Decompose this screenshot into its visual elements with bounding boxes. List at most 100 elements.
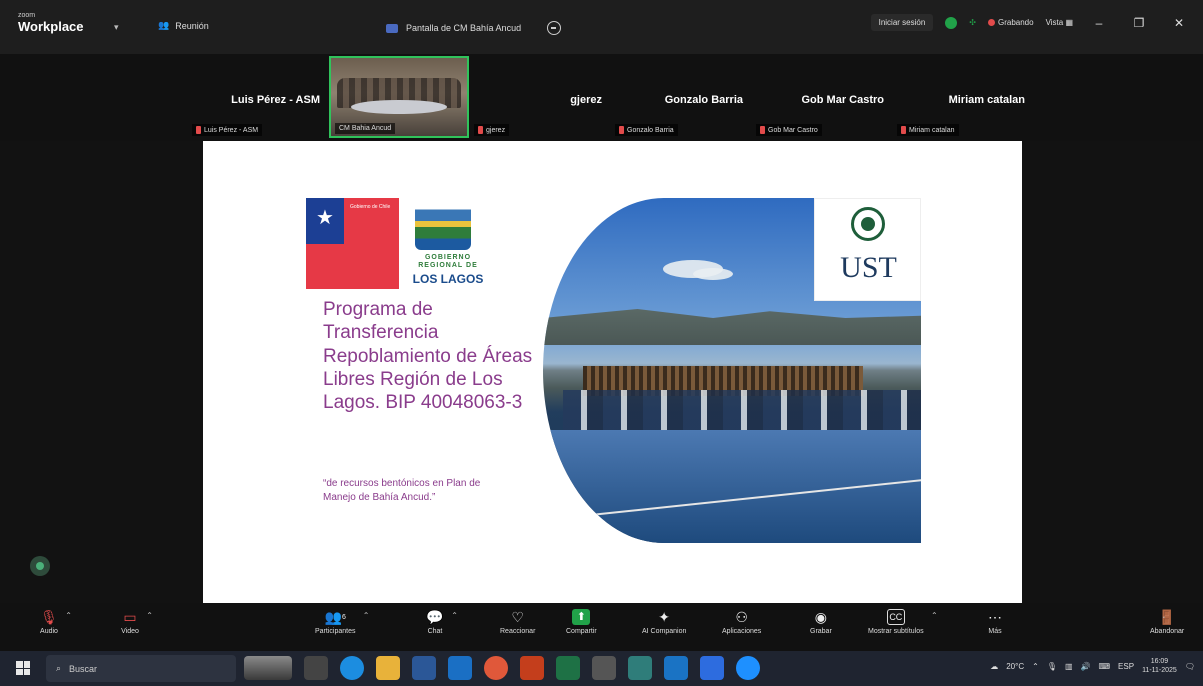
notification-icon[interactable]: 🗨 [1185,662,1195,671]
participant-name: Luis Pérez - ASM [231,94,320,106]
restore-window-button[interactable]: ❐ [1125,16,1153,30]
app-icon[interactable] [592,656,616,680]
ai-companion-button[interactable]: ✦ AI Companion [642,609,686,635]
signal-icon: ✣ [969,18,976,27]
chevron-up-icon[interactable]: ⌃ [65,611,72,620]
star-icon: ★ [316,207,334,229]
zoom-logo[interactable]: zoom Workplace [18,12,84,35]
record-label: Grabar [810,628,832,635]
participant-tag-label: Luis Pérez - ASM [204,126,259,134]
reactions-button[interactable]: ♡ Reaccionar [500,609,535,635]
recording-indicator[interactable]: Grabando [987,18,1034,27]
reaction-icon[interactable] [30,556,50,576]
participant-tile[interactable]: Miriam catalan Miriam catalan [893,56,1033,138]
recording-label: Grabando [997,18,1034,27]
participant-tile[interactable]: Gob Mar Castro Gob Mar Castro [752,56,892,138]
temperature[interactable]: 20°C [1006,662,1024,671]
brand-name: Workplace [18,19,84,34]
gore-emblem [415,198,471,250]
participant-name: Miriam catalan [948,94,1025,106]
minimize-share-icon[interactable] [547,21,562,35]
outlook-icon[interactable] [448,656,472,680]
people-icon: 👥 [158,20,170,30]
weather-icon[interactable]: ☁ [990,662,998,671]
screen-icon [386,23,398,33]
city-widget-icon[interactable] [244,656,292,680]
windows-taskbar: ⌕ Buscar ☁ 20°C ⌃ 🎙 ▥ 🔊 ⌨ ESP 16:09 11-1… [0,651,1203,686]
left-margin [0,141,203,603]
leave-label: Abandonar [1150,628,1185,635]
audio-button[interactable]: 🎙 Audio ⌃ [40,609,72,635]
tray-chevron-icon[interactable]: ⌃ [1032,662,1039,671]
participant-name: Gob Mar Castro [801,94,884,106]
apps-button[interactable]: ⚇ Aplicaciones [722,609,761,635]
app-icon[interactable] [664,656,688,680]
participants-button[interactable]: 👥 6 Participantes ⌃ [315,609,369,635]
language[interactable]: ESP [1118,662,1134,671]
close-window-button[interactable]: ✕ [1165,16,1193,30]
windows-start-icon[interactable] [16,661,30,675]
minimize-window-button[interactable]: – [1085,16,1113,30]
clock[interactable]: 16:09 11-11-2025 [1142,657,1177,675]
participant-tag-label: gjerez [486,126,506,134]
view-button[interactable]: Vista ▦ [1046,18,1073,27]
participants-label: Participantes [315,628,356,635]
edge-icon[interactable] [340,656,364,680]
powerpoint-icon[interactable] [520,656,544,680]
app-icon[interactable] [628,656,652,680]
participant-tile[interactable]: Gonzalo Barria Gonzalo Barria [611,56,751,138]
meeting-tab[interactable]: 👥 Reunión [158,20,209,31]
time: 16:09 [1150,658,1169,665]
boats [563,390,921,430]
chevron-down-icon[interactable]: ▾ [114,22,119,33]
more-button[interactable]: ⋯ Más [986,609,1004,635]
chat-button[interactable]: 💬 Chat ⌃ [426,609,458,635]
video-button[interactable]: ▭ Video ⌃ [121,609,153,635]
reactions-label: Reaccionar [500,628,536,635]
chevron-up-icon[interactable]: ⌃ [931,611,938,620]
file-explorer-icon[interactable] [376,656,400,680]
screen-share-tab[interactable]: Pantalla de CM Bahía Ancud [386,16,562,40]
excel-icon[interactable] [556,656,580,680]
taskbar-search[interactable]: ⌕ Buscar [46,655,236,682]
more-label: Más [988,628,1002,635]
chat-label: Chat [427,628,443,635]
participant-tile-video[interactable]: CM Bahia Ancud [329,56,469,138]
signin-button[interactable]: Iniciar sesión [870,14,934,31]
participant-tag: Gob Mar Castro [756,124,822,136]
chevron-up-icon[interactable]: ⌃ [363,611,370,620]
chrome-icon[interactable] [484,656,508,680]
shared-slide: ★ Gobierno de Chile GOBIERNO REGIONAL DE… [203,141,1022,603]
participant-tile[interactable]: Luis Pérez - ASM Luis Pérez - ASM [188,56,328,138]
security-shield-icon[interactable] [945,16,958,29]
network-icon[interactable]: ▥ [1065,662,1073,671]
record-button[interactable]: ◉ Grabar [810,609,832,635]
app-icon[interactable] [736,656,760,680]
volume-icon[interactable]: 🔊 [1081,662,1091,671]
chevron-up-icon[interactable]: ⌃ [146,611,153,620]
keyboard-icon[interactable]: ⌨ [1099,662,1111,671]
leave-button[interactable]: 🚪 Abandonar [1150,609,1184,635]
muted-mic-icon [196,126,201,134]
captions-button[interactable]: CC Mostrar subtítulos ⌃ [868,609,938,635]
share-button[interactable]: ⬆ Compartir [566,609,597,635]
participant-tag-label: Gob Mar Castro [768,126,818,134]
system-tray: ☁ 20°C ⌃ 🎙 ▥ 🔊 ⌨ ESP 16:09 11-11-2025 🗨 [990,657,1195,675]
mic-icon[interactable]: 🎙 [1047,662,1057,671]
audio-label: Audio [40,628,58,635]
sparkle-icon: ✦ [658,609,671,625]
chevron-up-icon[interactable]: ⌃ [451,611,458,620]
gob-label: Gobierno de Chile [350,204,391,210]
participant-tile[interactable]: gjerez gjerez [470,56,610,138]
task-view-icon[interactable] [304,656,328,680]
cc-icon: CC [886,609,905,625]
word-icon[interactable] [412,656,436,680]
ust-label: UST [840,251,897,284]
title-right-controls: Iniciar sesión ✣ Grabando Vista ▦ – ❐ ✕ [870,14,1203,31]
participant-strip: Luis Pérez - ASM Luis Pérez - ASM CM Bah… [0,54,1203,141]
participant-tag: Gonzalo Barria [615,124,678,136]
zoom-taskbar-icon[interactable] [700,656,724,680]
apps-icon: ⚇ [735,609,748,625]
brand-small: zoom [18,12,36,19]
meeting-toolbar: 🎙 Audio ⌃ ▭ Video ⌃ 👥 6 Participantes ⌃ 💬… [0,603,1203,651]
